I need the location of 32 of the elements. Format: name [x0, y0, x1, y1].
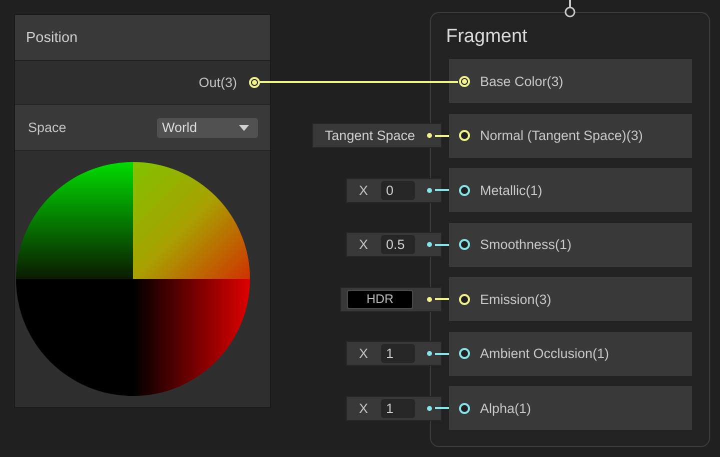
space-dropdown[interactable]: World — [157, 118, 258, 138]
number-field[interactable]: 1 — [381, 344, 415, 363]
port-icon[interactable] — [459, 402, 470, 414]
input-label: Tangent Space — [324, 128, 415, 143]
port-icon[interactable] — [459, 184, 470, 196]
output-label: Out(3) — [198, 75, 237, 90]
port-icon[interactable] — [459, 76, 470, 86]
port-icon[interactable] — [564, 0, 576, 18]
slot-label: Metallic(1) — [480, 182, 542, 198]
color-swatch[interactable]: HDR — [347, 290, 413, 308]
number-field[interactable]: 0 — [381, 180, 415, 200]
slot-label: Normal (Tangent Space)(3) — [480, 128, 643, 143]
axis-label: X — [359, 346, 370, 361]
port-icon[interactable] — [459, 348, 470, 359]
field-label: Space — [28, 120, 66, 135]
axis-label: X — [359, 400, 370, 416]
slot-label: Smoothness(1) — [480, 237, 572, 252]
node-title: Position — [26, 30, 78, 46]
port-icon[interactable] — [459, 130, 470, 141]
port-icon[interactable] — [459, 239, 470, 250]
number-field[interactable]: 0.5 — [381, 235, 415, 254]
port-icon[interactable] — [249, 77, 260, 88]
axis-label: X — [359, 237, 370, 252]
caret-icon — [239, 124, 249, 130]
slot-label: Emission(3) — [480, 292, 552, 306]
node-title: Fragment — [445, 25, 528, 48]
slot-label: Alpha(1) — [480, 400, 532, 416]
port-icon[interactable] — [459, 294, 470, 304]
slot-label: Base Color(3) — [480, 74, 564, 88]
number-field[interactable]: 1 — [381, 398, 415, 418]
axis-label: X — [359, 182, 370, 198]
slot-label: Ambient Occlusion(1) — [480, 346, 610, 361]
